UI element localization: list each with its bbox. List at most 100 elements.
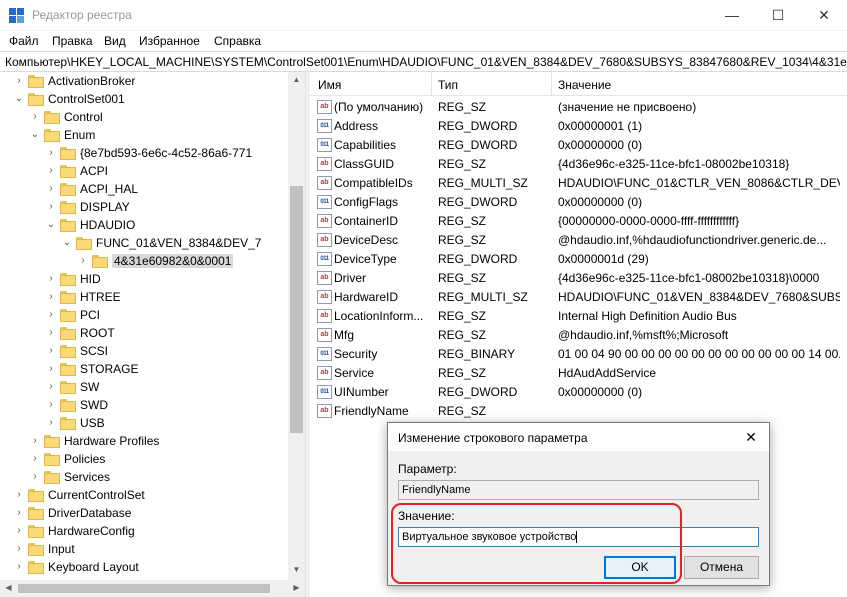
chevron-right-icon[interactable]: › <box>46 327 56 339</box>
tree-item[interactable]: › ROOT <box>0 325 290 343</box>
column-name-header[interactable]: Имя <box>318 78 341 92</box>
value-row[interactable]: ab Service REG_SZ HdAudAddService <box>310 364 847 383</box>
tree-item[interactable]: › Input <box>0 541 290 559</box>
value-row[interactable]: ab Driver REG_SZ {4d36e96c-e325-11ce-bfc1-0… <box>310 269 847 288</box>
scroll-down-arrow-icon[interactable]: ▼ <box>288 565 305 574</box>
dialog-close-icon[interactable]: ✕ <box>740 427 762 447</box>
menu-view[interactable]: Вид <box>104 34 126 48</box>
chevron-right-icon[interactable]: › <box>14 489 24 501</box>
chevron-right-icon[interactable]: › <box>46 399 56 411</box>
chevron-right-icon[interactable]: › <box>46 183 56 195</box>
scroll-right-arrow-icon[interactable]: ▶ <box>288 583 305 592</box>
folder-icon <box>60 201 76 214</box>
chevron-right-icon[interactable]: › <box>30 453 40 465</box>
chevron-right-icon[interactable]: › <box>46 309 56 321</box>
menu-file[interactable]: Файл <box>9 34 39 48</box>
tree-item[interactable]: › PCI <box>0 307 290 325</box>
chevron-right-icon[interactable]: › <box>46 147 56 159</box>
value-row[interactable]: ab ContainerID REG_SZ {00000000-0000-0000-f… <box>310 212 847 231</box>
tree-item[interactable]: › Keyboard Layout <box>0 559 290 577</box>
tree-item[interactable]: › Hardware Profiles <box>0 433 290 451</box>
tree-item[interactable]: ⌄ ControlSet001 <box>0 91 290 109</box>
address-path: Компьютер\HKEY_LOCAL_MACHINE\SYSTEM\Cont… <box>5 55 847 69</box>
maximize-button[interactable]: ☐ <box>755 0 801 31</box>
tree-item[interactable]: › HardwareConfig <box>0 523 290 541</box>
value-row[interactable]: ab Mfg REG_SZ @hdaudio.inf,%msft%;Microsoft <box>310 326 847 345</box>
menu-help[interactable]: Справка <box>214 34 261 48</box>
scroll-left-arrow-icon[interactable]: ◀ <box>0 583 17 592</box>
chevron-right-icon[interactable]: › <box>14 525 24 537</box>
chevron-right-icon[interactable]: › <box>14 507 24 519</box>
chevron-down-icon[interactable]: ⌄ <box>46 219 56 231</box>
tree-item[interactable]: › CurrentControlSet <box>0 487 290 505</box>
chevron-right-icon[interactable]: › <box>30 111 40 123</box>
tree-item[interactable]: ⌄ Enum <box>0 127 290 145</box>
value-row[interactable]: 011 ConfigFlags REG_DWORD 0x00000000 (0) <box>310 193 847 212</box>
chevron-right-icon[interactable]: › <box>14 543 24 555</box>
tree-item[interactable]: ⌄ FUNC_01&VEN_8384&DEV_7 <box>0 235 290 253</box>
chevron-right-icon[interactable]: › <box>46 381 56 393</box>
chevron-right-icon[interactable]: › <box>14 561 24 573</box>
tree-item[interactable]: ⌄ HDAUDIO <box>0 217 290 235</box>
chevron-down-icon[interactable]: ⌄ <box>30 129 40 141</box>
column-data-header[interactable]: Значение <box>558 78 611 92</box>
tree-item[interactable]: › SW <box>0 379 290 397</box>
tree-item[interactable]: › ACPI <box>0 163 290 181</box>
tree-item-label: ActivationBroker <box>48 74 136 88</box>
chevron-right-icon[interactable]: › <box>46 201 56 213</box>
menu-edit[interactable]: Правка <box>52 34 93 48</box>
chevron-right-icon[interactable]: › <box>30 471 40 483</box>
chevron-down-icon[interactable]: ⌄ <box>14 93 24 105</box>
value-row[interactable]: ab LocationInform... REG_SZ Internal High D… <box>310 307 847 326</box>
chevron-right-icon[interactable]: › <box>46 273 56 285</box>
value-row[interactable]: ab HardwareID REG_MULTI_SZ HDAUDIO\FUNC_01&… <box>310 288 847 307</box>
value-row[interactable]: 011 DeviceType REG_DWORD 0x0000001d (29) <box>310 250 847 269</box>
tree-item[interactable]: › ActivationBroker <box>0 73 290 91</box>
chevron-right-icon[interactable]: › <box>46 363 56 375</box>
value-row[interactable]: ab CompatibleIDs REG_MULTI_SZ HDAUDIO\FUNC_… <box>310 174 847 193</box>
tree-item[interactable]: › SWD <box>0 397 290 415</box>
tree-item[interactable]: › USB <box>0 415 290 433</box>
tree-item[interactable]: › Control <box>0 109 290 127</box>
tree-item[interactable]: › ACPI_HAL <box>0 181 290 199</box>
close-button[interactable]: ✕ <box>801 0 847 31</box>
tree-item-label: SWD <box>80 398 108 412</box>
value-row[interactable]: 011 Capabilities REG_DWORD 0x00000000 (0) <box>310 136 847 155</box>
folder-icon <box>60 345 76 358</box>
minimize-button[interactable]: — <box>709 0 755 31</box>
column-type-header[interactable]: Тип <box>438 78 458 92</box>
value-row[interactable]: ab ClassGUID REG_SZ {4d36e96c-e325-11ce-bfc… <box>310 155 847 174</box>
value-row[interactable]: ab DeviceDesc REG_SZ @hdaudio.inf,%hdaudiof… <box>310 231 847 250</box>
chevron-down-icon[interactable]: ⌄ <box>62 237 72 249</box>
chevron-right-icon[interactable]: › <box>46 291 56 303</box>
chevron-right-icon[interactable]: › <box>14 75 24 87</box>
tree-item[interactable]: › HTREE <box>0 289 290 307</box>
tree-item[interactable]: › SCSI <box>0 343 290 361</box>
tree-item[interactable]: › Services <box>0 469 290 487</box>
value-row[interactable]: 011 Address REG_DWORD 0x00000001 (1) <box>310 117 847 136</box>
tree-horizontal-thumb[interactable] <box>18 584 270 593</box>
chevron-right-icon[interactable]: › <box>46 417 56 429</box>
tree-item[interactable]: › DriverDatabase <box>0 505 290 523</box>
address-bar[interactable]: Компьютер\HKEY_LOCAL_MACHINE\SYSTEM\Cont… <box>0 51 847 72</box>
tree-item[interactable]: › STORAGE <box>0 361 290 379</box>
tree-item[interactable]: › DISPLAY <box>0 199 290 217</box>
chevron-right-icon[interactable]: › <box>46 165 56 177</box>
folder-icon <box>60 147 76 160</box>
tree-item[interactable]: › Policies <box>0 451 290 469</box>
value-row[interactable]: 011 Security REG_BINARY 01 00 04 90 00 00 0… <box>310 345 847 364</box>
tree-item[interactable]: › 4&31e60982&0&0001 <box>0 253 290 271</box>
value-row[interactable]: ab (По умолчанию) REG_SZ (значение не присв… <box>310 98 847 117</box>
cancel-button[interactable]: Отмена <box>684 556 759 579</box>
chevron-right-icon[interactable]: › <box>30 435 40 447</box>
tree-item[interactable]: › {8e7bd593-6e6c-4c52-86a6-771 <box>0 145 290 163</box>
tree-scroll-thumb[interactable] <box>290 186 303 433</box>
value-row[interactable]: 011 UINumber REG_DWORD 0x00000000 (0) <box>310 383 847 402</box>
menu-favorites[interactable]: Избранное <box>139 34 200 48</box>
tree-item[interactable]: › HID <box>0 271 290 289</box>
chevron-right-icon[interactable]: › <box>46 345 56 357</box>
chevron-right-icon[interactable]: › <box>78 255 88 267</box>
scroll-up-arrow-icon[interactable]: ▲ <box>288 75 305 84</box>
folder-icon <box>60 219 76 232</box>
value-row[interactable]: ab FriendlyName REG_SZ <box>310 402 847 421</box>
